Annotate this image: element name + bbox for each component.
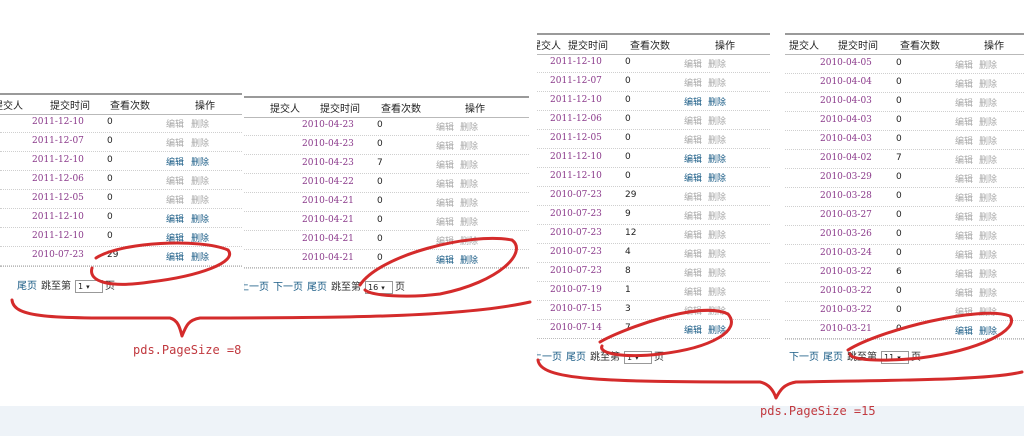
circle-panel4-pager <box>846 311 1013 362</box>
brace-pagesize15 <box>536 358 1024 400</box>
pagesize-15-note: pds.PageSize =15 <box>760 404 876 418</box>
circle-panel2-pager <box>358 236 518 298</box>
brace-pagesize8 <box>10 298 532 338</box>
circle-panel1-pager <box>90 241 232 286</box>
ink-annotations <box>10 236 1024 400</box>
circle-panel3-pager <box>598 308 733 358</box>
pagesize-8-note: pds.PageSize =8 <box>133 343 242 357</box>
